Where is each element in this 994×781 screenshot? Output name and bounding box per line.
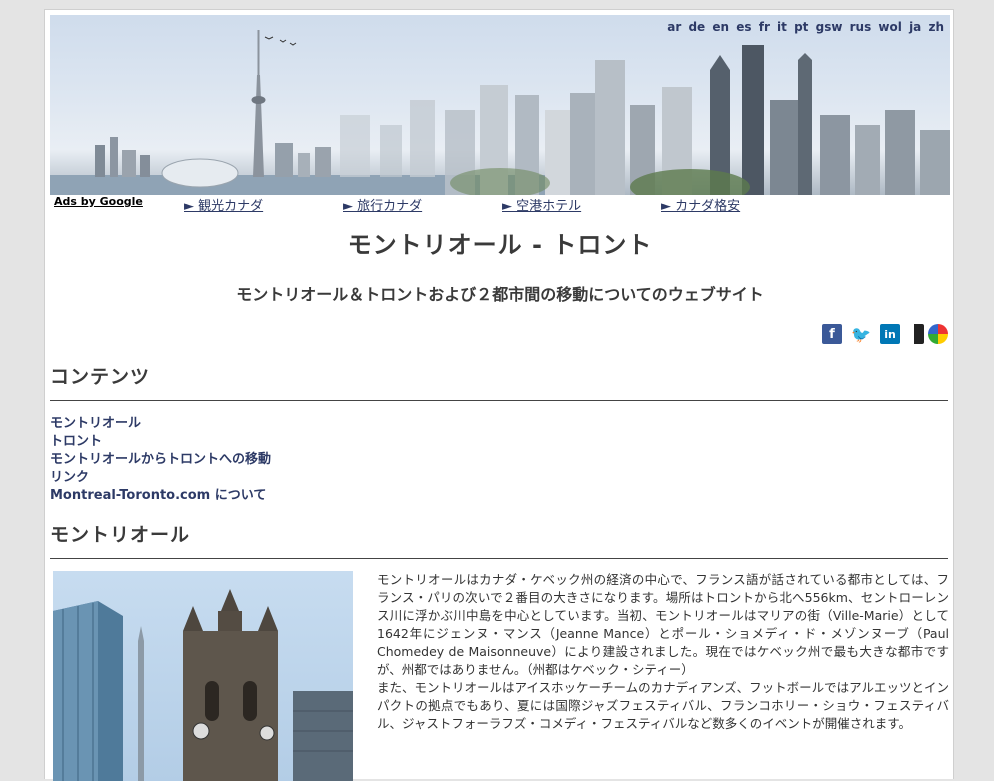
lang-link-ja[interactable]: ja xyxy=(909,20,921,34)
ads-by-google-link[interactable]: Ads by Google xyxy=(54,195,143,208)
facebook-icon[interactable]: f xyxy=(822,324,842,344)
montreal-article: モントリオールはカナダ・ケベック州の経済の中心で、フランス語が話されている都市と… xyxy=(377,571,949,733)
page-subtitle: モントリオール＆トロントおよび２都市間の移動についてのウェブサイト xyxy=(236,285,764,304)
toc-link-links[interactable]: リンク xyxy=(50,469,271,487)
table-of-contents: モントリオール トロント モントリオールからトロントへの移動 リンク Montr… xyxy=(50,415,271,505)
lang-link-en[interactable]: en xyxy=(712,20,729,34)
lang-link-wol[interactable]: wol xyxy=(878,20,901,34)
ads-bar: Ads by Google ► 観光カナダ ► 旅行カナダ ► 空港ホテル ► … xyxy=(50,195,950,214)
ad-link-4[interactable]: ► カナダ格安 xyxy=(661,195,740,214)
delicious-icon[interactable] xyxy=(904,324,924,344)
header-banner-skyline: ar de en es fr it pt gsw rus wol ja zh xyxy=(50,15,950,195)
toc-link-toronto[interactable]: トロント xyxy=(50,433,271,451)
ad-link-1[interactable]: ► 観光カナダ xyxy=(184,195,263,214)
montreal-heading: モントリオール xyxy=(50,524,191,546)
lang-link-it[interactable]: it xyxy=(777,20,787,34)
lang-link-gsw[interactable]: gsw xyxy=(816,20,843,34)
montreal-divider xyxy=(50,558,948,559)
montreal-church-photo xyxy=(53,571,353,781)
contents-divider xyxy=(50,400,948,401)
google-buzz-icon[interactable] xyxy=(928,324,948,344)
language-switcher: ar de en es fr it pt gsw rus wol ja zh xyxy=(664,20,944,34)
linkedin-icon[interactable]: in xyxy=(880,324,900,344)
toc-link-montreal[interactable]: モントリオール xyxy=(50,415,271,433)
social-share-bar: f 🐦 in xyxy=(822,323,948,345)
lang-link-de[interactable]: de xyxy=(688,20,705,34)
twitter-icon[interactable]: 🐦 xyxy=(846,324,876,344)
page-container: ar de en es fr it pt gsw rus wol ja zh A… xyxy=(44,9,954,781)
lang-link-es[interactable]: es xyxy=(736,20,751,34)
lang-link-pt[interactable]: pt xyxy=(794,20,808,34)
toc-link-about[interactable]: Montreal-Toronto.com について xyxy=(50,487,271,505)
page-title: モントリオール - トロント xyxy=(347,231,653,259)
skyline-illustration xyxy=(50,30,950,195)
lang-link-ar[interactable]: ar xyxy=(667,20,681,34)
toc-link-travel[interactable]: モントリオールからトロントへの移動 xyxy=(50,451,271,469)
contents-heading: コンテンツ xyxy=(50,366,151,388)
montreal-paragraph-1: モントリオールはカナダ・ケベック州の経済の中心で、フランス語が話されている都市と… xyxy=(377,572,949,677)
montreal-paragraph-2: また、モントリオールはアイスホッケーチームのカナディアンズ、フットボールではアル… xyxy=(377,680,949,731)
lang-link-zh[interactable]: zh xyxy=(928,20,944,34)
lang-link-rus[interactable]: rus xyxy=(850,20,872,34)
lang-link-fr[interactable]: fr xyxy=(759,20,770,34)
ad-link-3[interactable]: ► 空港ホテル xyxy=(502,195,581,214)
ad-link-2[interactable]: ► 旅行カナダ xyxy=(343,195,422,214)
